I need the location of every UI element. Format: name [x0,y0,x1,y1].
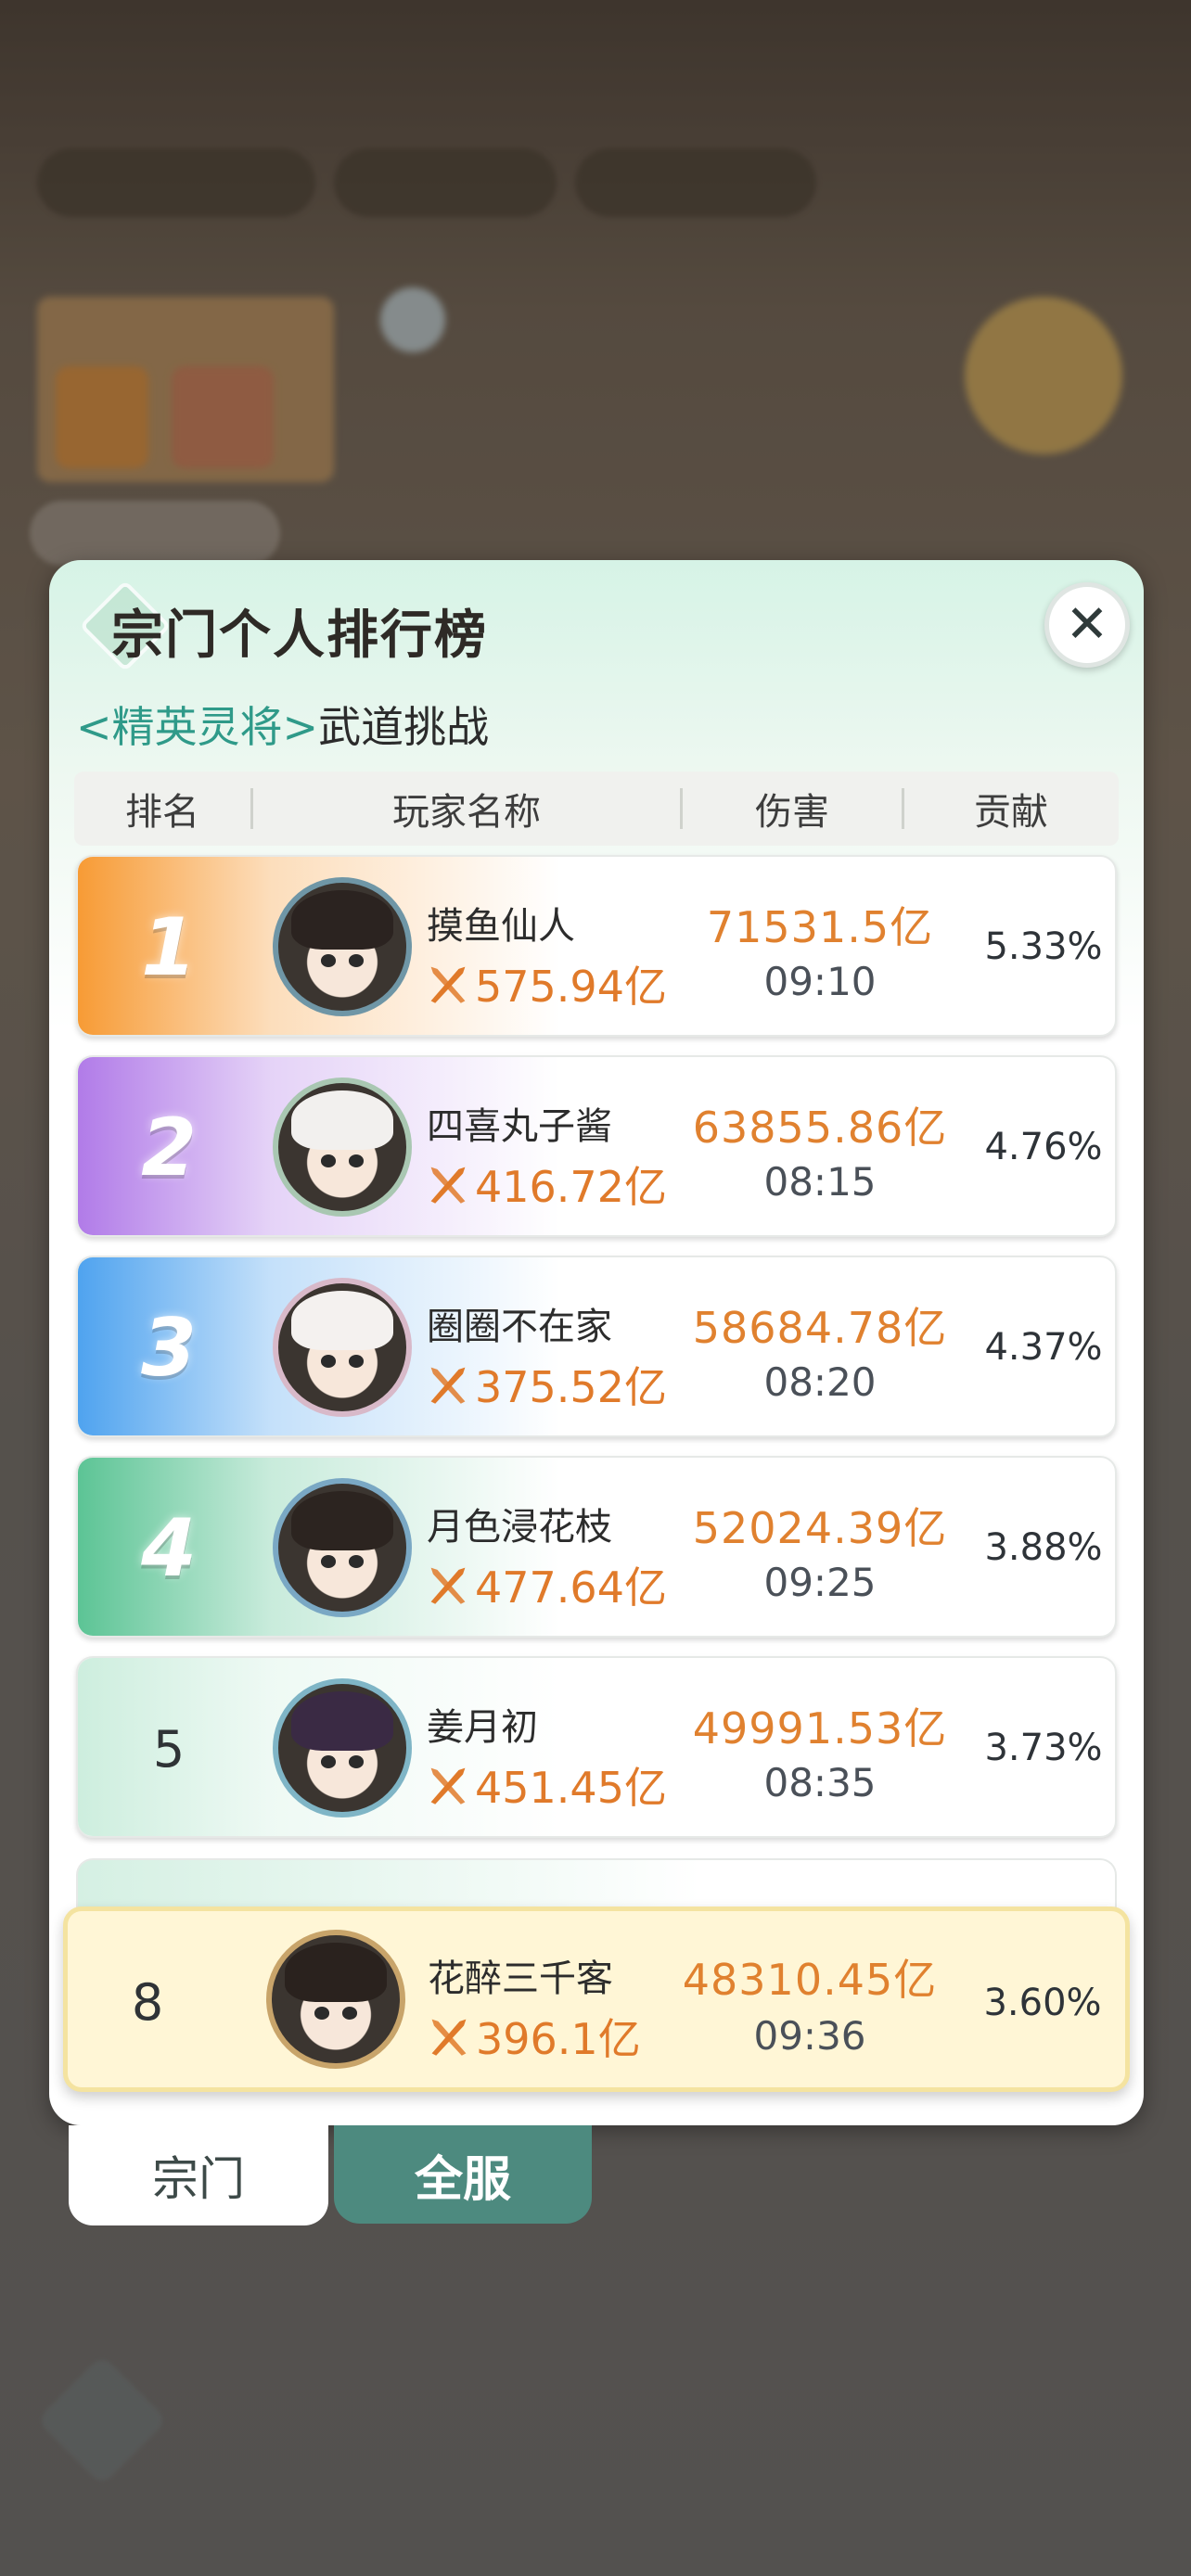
combat-power-value: 451.45亿 [475,1763,667,1813]
player-name: 四喜丸子酱 [427,1105,612,1148]
time-value: 09:10 [763,959,877,1004]
contribution-value: 4.76% [984,1126,1103,1168]
rank-number: 8 [131,1972,164,2032]
avatar[interactable] [273,1078,412,1217]
rank-badge-icon: 1 [141,901,197,994]
subtitle-text: 武道挑战 [318,702,490,752]
combat-power: 477.64亿 [427,1554,667,1615]
table-row[interactable]: 2 四喜丸子酱 416.72亿 63855.86亿 08:15 4.76% [76,1055,1117,1237]
combat-power: 375.52亿 [427,1354,667,1415]
damage-value: 52024.39亿 [692,1503,948,1553]
damage-value: 49991.53亿 [692,1703,948,1753]
header-contribution: 贡献 [974,791,1048,834]
combat-power-value: 416.72亿 [475,1162,667,1212]
crossed-swords-icon [431,2019,467,2056]
header-player: 玩家名称 [392,791,541,834]
player-name: 花醉三千客 [428,1958,613,2000]
combat-power-value: 396.1亿 [476,2014,641,2064]
damage-value: 58684.78亿 [692,1303,948,1353]
contribution-value: 3.88% [984,1526,1103,1569]
panel-title: 宗门个人排行榜 [111,606,488,666]
player-name: 摸鱼仙人 [427,905,575,948]
table-header: 排名 玩家名称 伤害 贡献 [74,772,1119,846]
rank-number: 5 [152,1719,186,1779]
time-value: 09:25 [763,1560,877,1605]
my-rank-row: 8 花醉三千客 396.1亿 48310.45亿 09:36 3.60% [63,1906,1130,2092]
close-icon: ✕ [1065,594,1109,655]
crossed-swords-icon [430,1167,466,1204]
rank-badge-icon: 3 [141,1302,197,1395]
contribution-value: 3.60% [983,1982,1102,2024]
time-value: 08:35 [763,1760,877,1805]
crossed-swords-icon [430,1367,466,1404]
list-item-partial [76,1858,1117,1914]
rank-badge-icon: 4 [141,1502,197,1595]
combat-power: 451.45亿 [427,1754,667,1816]
header-damage: 伤害 [755,791,829,834]
subtitle-tag: <精英灵将> [76,702,319,752]
player-name: 姜月初 [427,1706,538,1749]
avatar[interactable] [273,1478,412,1617]
avatar[interactable] [273,1278,412,1417]
contribution-value: 5.33% [984,925,1103,968]
close-button[interactable]: ✕ [1044,582,1130,668]
combat-power-value: 375.52亿 [475,1362,667,1412]
combat-power-value: 575.94亿 [475,962,667,1012]
subtitle: <精英灵将>武道挑战 [76,694,489,755]
header-rank: 排名 [125,791,199,834]
time-value: 08:15 [763,1159,877,1205]
avatar[interactable] [266,1930,405,2069]
tab-all-server[interactable]: 全服 [334,2125,592,2224]
time-value: 08:20 [763,1359,877,1405]
rank-badge-icon: 2 [141,1102,197,1194]
damage-value: 71531.5亿 [706,902,934,952]
damage-value: 48310.45亿 [682,1955,938,2005]
combat-power-value: 477.64亿 [475,1562,667,1613]
avatar[interactable] [273,877,412,1016]
avatar[interactable] [273,1678,412,1817]
player-name: 圈圈不在家 [427,1306,612,1348]
table-row[interactable]: 4 月色浸花枝 477.64亿 52024.39亿 09:25 3.88% [76,1456,1117,1638]
crossed-swords-icon [430,966,466,1003]
contribution-value: 3.73% [984,1727,1103,1769]
combat-power: 416.72亿 [427,1154,667,1215]
crossed-swords-icon [430,1767,466,1804]
player-name: 月色浸花枝 [427,1506,612,1549]
combat-power: 575.94亿 [427,953,667,1014]
table-row[interactable]: 5 姜月初 451.45亿 49991.53亿 08:35 3.73% [76,1656,1117,1838]
tab-sect[interactable]: 宗门 [69,2125,328,2225]
contribution-value: 4.37% [984,1326,1103,1369]
combat-power: 396.1亿 [428,2006,641,2067]
time-value: 09:36 [753,2013,866,2059]
crossed-swords-icon [430,1567,466,1604]
table-row[interactable]: 3 圈圈不在家 375.52亿 58684.78亿 08:20 4.37% [76,1256,1117,1437]
damage-value: 63855.86亿 [692,1103,948,1153]
table-row[interactable]: 1 摸鱼仙人 575.94亿 71531.5亿 09:10 5.33% [76,855,1117,1037]
